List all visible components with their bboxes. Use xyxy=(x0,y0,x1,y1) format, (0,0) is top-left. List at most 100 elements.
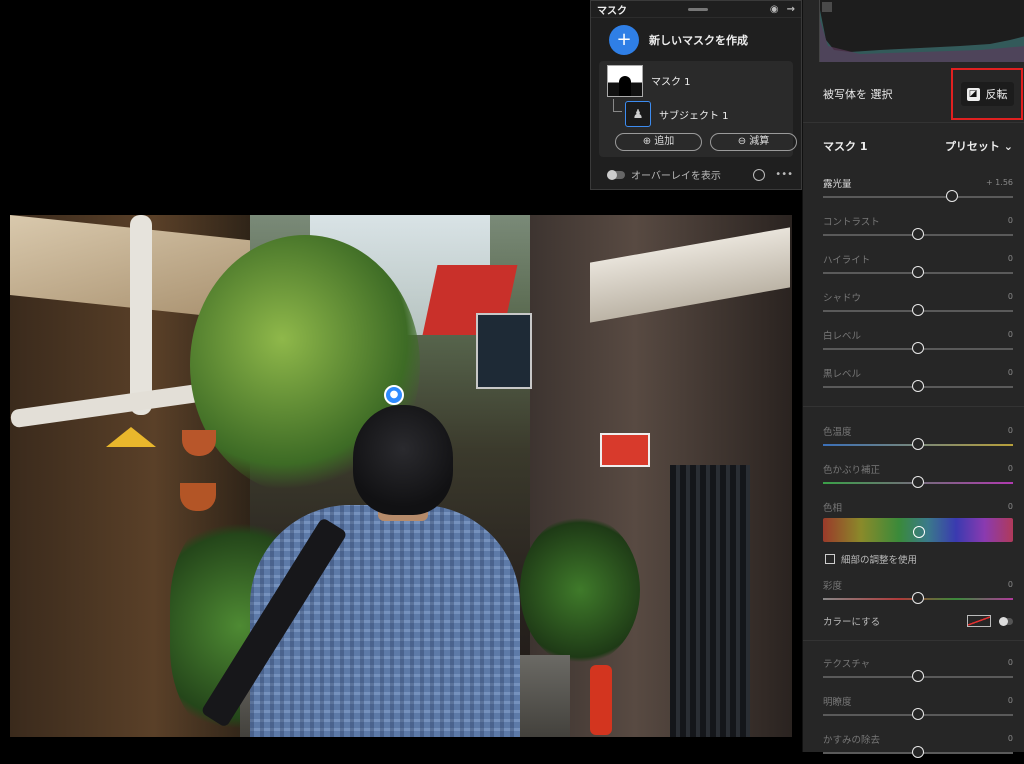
slider-row[interactable]: 露光量 + 1.56 xyxy=(823,170,1013,208)
photo-person-head xyxy=(353,405,453,515)
subtract-label: 減算 xyxy=(749,136,770,147)
slider-row[interactable]: 色温度 0 xyxy=(823,418,1013,456)
fine-adjust-row[interactable]: 細部の調整を使用 xyxy=(825,552,917,566)
mask-panel-title: マスク xyxy=(597,5,627,17)
photo-plant-right xyxy=(520,515,640,665)
slider-thumb[interactable] xyxy=(912,304,924,316)
slider-row[interactable]: コントラスト 0 xyxy=(823,208,1013,246)
select-subject-button[interactable]: 被写体を 選択 xyxy=(823,86,951,102)
arrow-right-icon[interactable]: → xyxy=(787,4,795,15)
photo-pot xyxy=(180,483,216,511)
slider-thumb[interactable] xyxy=(912,476,924,488)
photo-sign xyxy=(476,313,532,389)
texture-sliders: テクスチャ 0 明瞭度 0 かすみの除去 0 xyxy=(823,650,1013,764)
mask-panel-header[interactable]: マスク ◉ → xyxy=(591,1,801,18)
subtract-button[interactable]: ⊖ 減算 xyxy=(710,133,797,151)
mask-action-buttons: ⊕ 追加 ⊖ 減算 xyxy=(615,133,797,151)
colorize-label: カラーにする xyxy=(823,617,881,628)
hue-value: 0 xyxy=(1007,502,1013,511)
select-subject-row: 被写体を 選択 ◪ 反転 xyxy=(803,66,1024,123)
slider-thumb[interactable] xyxy=(912,266,924,278)
person-icon[interactable]: ● xyxy=(384,385,404,405)
add-label: 追加 xyxy=(654,136,675,147)
mask-panel: マスク ◉ → + 新しいマスクを作成 マスク 1 ♟ サブジェクト 1 ⊕ 追… xyxy=(590,0,802,190)
fine-adjust-checkbox[interactable] xyxy=(825,554,835,564)
slider-label: 明瞭度 xyxy=(823,697,852,708)
photo[interactable] xyxy=(10,215,792,737)
slider-thumb[interactable] xyxy=(912,438,924,450)
slider-thumb[interactable] xyxy=(912,670,924,682)
slider-label: シャドウ xyxy=(823,293,862,304)
slider-row[interactable]: 白レベル 0 xyxy=(823,322,1013,360)
mask-name[interactable]: マスク 1 xyxy=(651,73,691,88)
photo-tabako-sign xyxy=(600,433,650,467)
slider-value: 0 xyxy=(1007,368,1013,377)
subject-name[interactable]: サブジェクト 1 xyxy=(659,107,729,122)
slider-thumb[interactable] xyxy=(912,746,924,758)
photo-door xyxy=(670,465,750,737)
overlay-color-icon[interactable] xyxy=(753,168,766,181)
invert-icon: ◪ xyxy=(966,87,980,101)
overlay-label: オーバーレイを表示 xyxy=(631,171,721,182)
slider-label: 色かぶり補正 xyxy=(823,465,881,476)
color-sliders: 色温度 0 色かぶり補正 0 xyxy=(823,418,1013,494)
invert-button[interactable]: ◪ 反転 xyxy=(960,82,1014,106)
slider-track[interactable] xyxy=(823,196,1013,198)
slider-row[interactable]: ハイライト 0 xyxy=(823,246,1013,284)
histogram xyxy=(819,0,1024,62)
slider-row[interactable]: テクスチャ 0 xyxy=(823,650,1013,688)
mask-card[interactable]: マスク 1 ♟ サブジェクト 1 ⊕ 追加 ⊖ 減算 xyxy=(599,61,797,157)
slider-value: 0 xyxy=(1007,658,1013,667)
mask-settings-header: マスク 1 プリセット ⌄ xyxy=(823,138,1013,154)
slider-row[interactable]: かすみの除去 0 xyxy=(823,726,1013,764)
slider-label: 彩度 xyxy=(823,581,843,592)
adjustment-panel: 被写体を 選択 ◪ 反転 マスク 1 プリセット ⌄ 露光量 + 1.56 コントラ… xyxy=(802,0,1024,758)
slider-value: 0 xyxy=(1007,216,1013,225)
slider-thumb[interactable] xyxy=(912,592,924,604)
slider-label: 白レベル xyxy=(823,331,862,342)
drag-handle[interactable] xyxy=(688,7,709,11)
slider-thumb[interactable] xyxy=(912,708,924,720)
slider-thumb[interactable] xyxy=(946,190,959,202)
subtract-icon: ⊖ xyxy=(737,136,750,147)
histogram-graph xyxy=(820,10,1024,62)
mask-thumbnail[interactable] xyxy=(607,65,643,97)
slider-thumb[interactable] xyxy=(912,342,924,354)
slider-label: 色温度 xyxy=(823,427,852,438)
create-mask-label: 新しいマスクを作成 xyxy=(649,34,748,47)
eye-icon[interactable]: ◉ xyxy=(770,4,779,15)
saturation-slider-group: 彩度 0 xyxy=(823,572,1013,610)
photo-fire-extinguisher xyxy=(590,665,612,735)
slider-row[interactable]: 色かぶり補正 0 xyxy=(823,456,1013,494)
slider-saturation[interactable]: 彩度 0 xyxy=(823,572,1013,610)
slider-label: コントラスト xyxy=(823,217,880,228)
color-swatch-icon[interactable] xyxy=(967,615,991,627)
colorize-row: カラーにする xyxy=(823,614,1013,628)
chevron-down-icon: ⌄ xyxy=(1003,140,1013,153)
slider-label: 露光量 xyxy=(823,179,852,190)
clipping-indicator-icon[interactable] xyxy=(822,2,832,12)
divider xyxy=(803,406,1024,407)
subject-icon[interactable]: ♟ xyxy=(625,101,651,127)
slider-thumb[interactable] xyxy=(912,380,924,392)
slider-row[interactable]: シャドウ 0 xyxy=(823,284,1013,322)
slider-value: 0 xyxy=(1007,292,1013,301)
plus-icon: + xyxy=(609,25,639,55)
preset-dropdown[interactable]: プリセット ⌄ xyxy=(945,138,1013,154)
overlay-toggle[interactable] xyxy=(607,169,625,180)
tone-sliders: 露光量 + 1.56 コントラスト 0 ハイライト 0 シャドウ 0 白レベル 0 黒レベル 0 xyxy=(823,170,1013,398)
add-button[interactable]: ⊕ 追加 xyxy=(615,133,702,151)
slider-label: ハイライト xyxy=(823,255,871,266)
slider-label: テクスチャ xyxy=(823,659,871,670)
link-connector xyxy=(613,99,622,112)
hue-slider-thumb[interactable] xyxy=(913,526,925,538)
more-options-icon[interactable]: ••• xyxy=(775,169,793,180)
slider-thumb[interactable] xyxy=(912,228,924,240)
slider-row[interactable]: 明瞭度 0 xyxy=(823,688,1013,726)
create-mask-button[interactable]: + 新しいマスクを作成 xyxy=(591,18,801,62)
divider xyxy=(803,640,1024,641)
mask-settings-title: マスク 1 xyxy=(823,140,868,153)
slider-row[interactable]: 黒レベル 0 xyxy=(823,360,1013,398)
slider-value: 0 xyxy=(1007,580,1013,589)
colorize-toggle[interactable] xyxy=(999,616,1013,626)
